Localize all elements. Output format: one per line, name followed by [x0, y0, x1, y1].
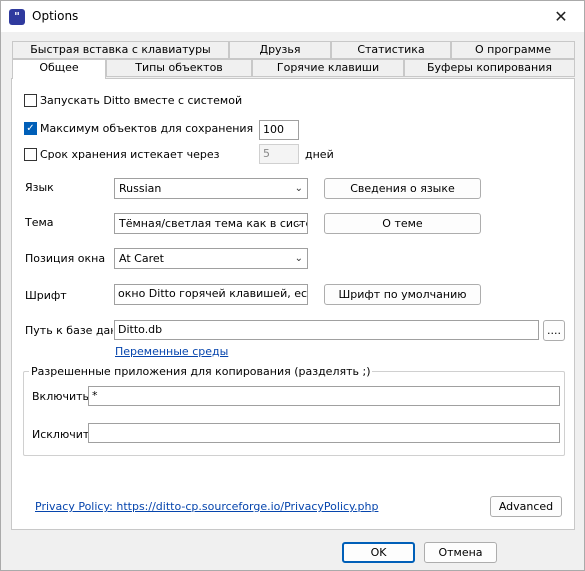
- chevron-down-icon: ⌄: [294, 253, 303, 264]
- cancel-button[interactable]: Отмена: [424, 542, 497, 563]
- tab-general[interactable]: Общее: [12, 59, 106, 79]
- start-with-windows-checkbox[interactable]: [24, 94, 37, 107]
- environment-variables-link[interactable]: Переменные среды: [115, 345, 228, 358]
- exclude-apps-input[interactable]: [88, 423, 560, 443]
- window-position-value: At Caret: [119, 252, 164, 265]
- chevron-down-icon: ⌄: [294, 183, 303, 194]
- privacy-policy-link[interactable]: Privacy Policy: https://ditto-cp.sourcef…: [35, 500, 378, 513]
- window-position-label: Позиция окна: [25, 252, 106, 265]
- expire-unit-label: дней: [305, 148, 334, 161]
- tab-hotkeys[interactable]: Горячие клавиши: [252, 59, 404, 77]
- theme-value: Тёмная/светлая тема как в систе: [119, 217, 308, 230]
- theme-select[interactable]: Тёмная/светлая тема как в систе ⌄: [114, 213, 308, 234]
- expire-label: Срок хранения истекает через: [40, 148, 220, 161]
- tab-quick-paste[interactable]: Быстрая вставка с клавиатуры: [12, 41, 229, 59]
- title-bar: " Options ✕: [1, 1, 584, 32]
- theme-label: Тема: [25, 216, 54, 229]
- tab-statistics[interactable]: Статистика: [331, 41, 451, 59]
- default-font-button[interactable]: Шрифт по умолчанию: [324, 284, 481, 305]
- include-label: Включить: [32, 390, 90, 403]
- tab-friends[interactable]: Друзья: [229, 41, 331, 59]
- exclude-label: Исключить: [32, 428, 96, 441]
- tab-object-types[interactable]: Типы объектов: [106, 59, 252, 77]
- max-items-label: Максимум объектов для сохранения: [40, 122, 254, 135]
- tab-copy-buffers[interactable]: Буферы копирования: [404, 59, 575, 77]
- advanced-button[interactable]: Advanced: [490, 496, 562, 517]
- language-label: Язык: [25, 181, 54, 194]
- max-items-input[interactable]: 100: [259, 120, 299, 140]
- browse-db-button[interactable]: ....: [543, 320, 565, 341]
- language-select[interactable]: Russian ⌄: [114, 178, 308, 199]
- expire-checkbox[interactable]: [24, 148, 37, 161]
- font-display-field: окно Ditto горячей клавишей, если он: [114, 284, 308, 305]
- allowed-apps-group: [23, 371, 565, 456]
- about-theme-button[interactable]: О теме: [324, 213, 481, 234]
- ditto-app-icon: ": [9, 9, 25, 25]
- window-position-select[interactable]: At Caret ⌄: [114, 248, 308, 269]
- max-items-checkbox[interactable]: ✓: [24, 122, 37, 135]
- include-apps-input[interactable]: *: [88, 386, 560, 406]
- start-with-windows-label: Запускать Ditto вместе с системой: [40, 94, 243, 107]
- chevron-down-icon: ⌄: [294, 218, 303, 229]
- language-info-button[interactable]: Сведения о языке: [324, 178, 481, 199]
- font-label: Шрифт: [25, 289, 67, 302]
- language-value: Russian: [119, 182, 162, 195]
- db-path-input[interactable]: Ditto.db: [114, 320, 539, 340]
- expire-days-input[interactable]: 5: [259, 144, 299, 164]
- ok-button[interactable]: OK: [342, 542, 415, 563]
- tab-about[interactable]: О программе: [451, 41, 575, 59]
- options-window: " Options ✕ Быстрая вставка с клавиатуры…: [0, 0, 585, 571]
- db-path-label: Путь к базе данн: [25, 324, 113, 337]
- allowed-apps-title: Разрешенные приложения для копирования (…: [29, 365, 373, 378]
- window-title: Options: [32, 9, 79, 23]
- close-button[interactable]: ✕: [538, 1, 584, 32]
